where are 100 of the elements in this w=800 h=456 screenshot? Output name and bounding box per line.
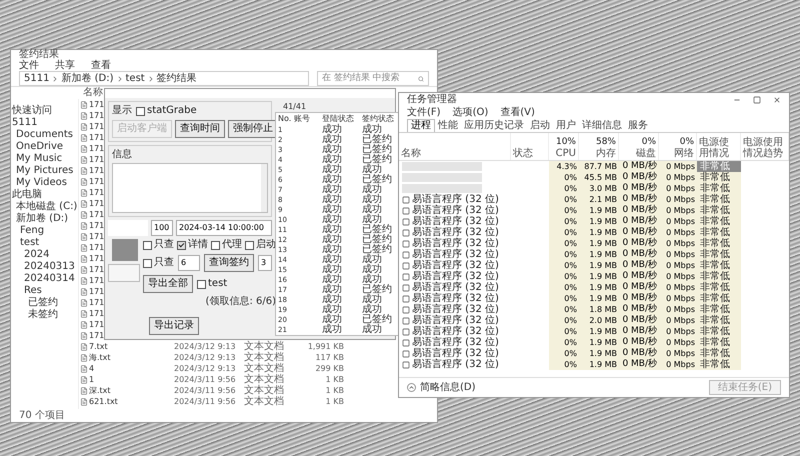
checkbox-option[interactable]: 代理	[211, 239, 242, 251]
file-name[interactable]: 海.txt	[88, 352, 174, 362]
checkbox-option[interactable]: 只查	[143, 239, 174, 251]
breadcrumb-item[interactable]: 签约结果	[156, 72, 197, 84]
sidebar-item[interactable]: 20240313	[12, 261, 78, 273]
file-name[interactable]: 1	[88, 374, 174, 384]
column-header[interactable]: 电源使用情况趋势	[741, 133, 789, 160]
file-name[interactable]: 171	[88, 264, 104, 274]
file-name[interactable]: 7.txt	[88, 342, 174, 352]
button[interactable]: 导出全部	[143, 275, 193, 293]
column-header[interactable]: 状态	[511, 133, 549, 160]
sidebar-item[interactable]: My Videos	[12, 177, 78, 189]
process-name[interactable]: 易语言程序 (32 位)	[412, 194, 499, 205]
process-name[interactable]: 易语言程序 (32 位)	[412, 315, 499, 326]
close-icon[interactable]	[773, 96, 781, 104]
file-name[interactable]: 171	[88, 276, 104, 286]
column-header[interactable]: 0% 磁盘	[619, 133, 659, 160]
menu-item[interactable]: 查看	[91, 60, 111, 72]
column-header[interactable]: 58% 内存	[579, 133, 619, 160]
input-field[interactable]: 3	[258, 255, 272, 271]
process-name[interactable]: 易语言程序 (32 位)	[412, 348, 499, 359]
button[interactable]: 查询签约	[204, 254, 254, 272]
sidebar-item[interactable]: Documents	[12, 129, 78, 141]
tab[interactable]: 服务	[625, 120, 651, 132]
sidebar-item[interactable]: 2024	[12, 249, 78, 261]
file-name[interactable]: 171	[88, 254, 104, 264]
column-header[interactable]: 10% CPU	[549, 133, 579, 160]
tab[interactable]: 详细信息	[579, 120, 625, 132]
file-name[interactable]: 171	[88, 210, 104, 220]
column-header[interactable]: 账号	[294, 113, 322, 125]
checkbox-option[interactable]: 启动	[245, 239, 276, 251]
checkbox-option[interactable]: 详情	[177, 239, 208, 251]
process-name[interactable]: 易语言程序 (32 位)	[412, 293, 499, 304]
sidebar-item[interactable]: 未签约	[12, 309, 78, 321]
checkbox-option[interactable]: 只查	[143, 257, 174, 269]
sidebar-item[interactable]: 20240314	[12, 273, 78, 285]
sidebar-item[interactable]: test	[12, 237, 78, 249]
button[interactable]: 强制停止	[228, 120, 278, 138]
checkbox-option[interactable]: test	[197, 278, 228, 290]
file-name[interactable]: 171	[88, 220, 104, 230]
sidebar-item[interactable]: 快速访问	[12, 105, 78, 117]
column-header[interactable]: 0% 网络	[659, 133, 697, 160]
menu-item[interactable]: 文件(F)	[407, 107, 441, 119]
file-name[interactable]: 171	[88, 308, 104, 318]
process-name[interactable]: 易语言程序 (32 位)	[412, 304, 499, 315]
file-name[interactable]: 171	[88, 110, 104, 120]
process-name[interactable]: 易语言程序 (32 位)	[412, 282, 499, 293]
breadcrumb-item[interactable]: test	[126, 72, 145, 84]
file-name[interactable]: 171	[88, 330, 104, 340]
sidebar-item[interactable]: Res	[12, 285, 78, 297]
process-name[interactable]: 易语言程序 (32 位)	[412, 271, 499, 282]
maximize-icon[interactable]	[753, 96, 761, 104]
tab[interactable]: 用户	[553, 120, 579, 132]
scrollbar[interactable]	[261, 164, 267, 212]
sidebar-item[interactable]: 5111	[12, 117, 78, 129]
tab[interactable]: 启动	[527, 120, 553, 132]
process-name[interactable]: 易语言程序 (32 位)	[412, 337, 499, 348]
sidebar-item[interactable]: My Pictures	[12, 165, 78, 177]
process-name[interactable]: 易语言程序 (32 位)	[412, 249, 499, 260]
tab[interactable]: 应用历史记录	[461, 120, 527, 132]
file-name[interactable]: 171	[88, 176, 104, 186]
search-field[interactable]: 在 签约结果 中搜索	[317, 71, 429, 86]
column-header[interactable]: 电源使用情况	[697, 133, 741, 160]
menu-item[interactable]: 文件	[19, 60, 39, 72]
sidebar-item[interactable]: OneDrive	[12, 141, 78, 153]
column-header[interactable]: 名称	[399, 133, 511, 160]
sidebar-item[interactable]: 新加卷 (D:)	[12, 213, 78, 225]
file-name[interactable]: 171	[88, 286, 104, 296]
menu-item[interactable]: 共享	[55, 60, 75, 72]
file-name[interactable]: 621.txt	[88, 396, 174, 406]
file-name[interactable]: 深.txt	[88, 386, 174, 396]
file-name[interactable]: 171	[88, 198, 104, 208]
column-header[interactable]: 签约状态	[362, 113, 402, 125]
file-name[interactable]: 171	[88, 232, 104, 242]
breadcrumb-item[interactable]: 新加卷 (D:)	[61, 72, 114, 84]
column-header[interactable]: 登陆状态	[322, 113, 362, 125]
process-name[interactable]: 易语言程序 (32 位)	[412, 238, 499, 249]
less-details-link[interactable]: 简略信息(D)	[407, 382, 476, 394]
file-name[interactable]: 171	[88, 320, 104, 330]
file-name[interactable]: 171	[88, 144, 104, 154]
sidebar-item[interactable]: 已签约	[12, 297, 78, 309]
button[interactable]: 导出记录	[149, 317, 199, 335]
sidebar-item[interactable]: 此电脑	[12, 189, 78, 201]
process-name[interactable]: 易语言程序 (32 位)	[412, 359, 499, 370]
process-name[interactable]: 易语言程序 (32 位)	[412, 205, 499, 216]
column-header[interactable]: No.	[278, 113, 294, 125]
input-field[interactable]: 2024-03-14 10:00:00	[176, 220, 272, 236]
file-name[interactable]: 171	[88, 154, 104, 164]
input-field[interactable]: 100	[151, 220, 173, 236]
process-name[interactable]: 易语言程序 (32 位)	[412, 216, 499, 227]
column-header[interactable]: 名称	[83, 87, 103, 99]
process-name[interactable]: 易语言程序 (32 位)	[412, 227, 499, 238]
file-name[interactable]: 171	[88, 242, 104, 252]
file-name[interactable]: 171	[88, 122, 104, 132]
input-field[interactable]: 6	[178, 255, 200, 271]
breadcrumb-item[interactable]: 5111	[24, 72, 50, 84]
file-name[interactable]: 171	[88, 166, 104, 176]
file-name[interactable]: 171	[88, 100, 104, 110]
file-name[interactable]: 4	[88, 364, 174, 374]
address-bar[interactable]: 5111 新加卷 (D:) test 签约结果	[19, 71, 309, 86]
